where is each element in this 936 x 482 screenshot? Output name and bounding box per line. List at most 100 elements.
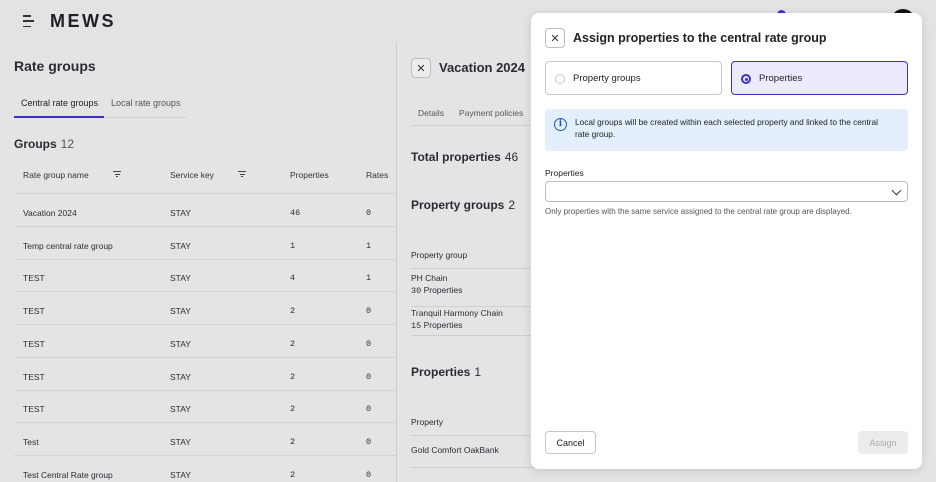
total-properties-heading: Total properties 46 — [411, 150, 518, 164]
chevron-down-icon — [891, 185, 902, 196]
table-row[interactable]: Test Central Rate group STAY 2 0 — [14, 456, 396, 482]
service-key-cell: STAY — [170, 436, 191, 447]
property-group-count: 30 — [411, 286, 422, 296]
properties-cell: 2 — [290, 306, 296, 317]
service-key-cell: STAY — [170, 208, 191, 218]
rate-group-name-cell: TEST — [23, 404, 45, 415]
column-properties[interactable]: Properties — [290, 170, 329, 180]
rate-group-name-cell: TEST — [23, 273, 45, 284]
property-group-count: 15 — [411, 321, 422, 331]
property-group-unit: Properties — [423, 285, 463, 295]
table-row[interactable]: Test STAY 2 0 — [14, 423, 396, 456]
properties-cell: 2 — [290, 436, 296, 447]
close-detail-button[interactable]: ✕ — [411, 58, 431, 78]
table-row[interactable]: TEST STAY 4 1 — [14, 259, 396, 293]
rates-cell: 0 — [366, 436, 372, 447]
property-group-name: PH Chain — [411, 273, 448, 283]
service-key-cell: STAY — [170, 240, 191, 251]
property-group-row[interactable]: Tranquil Harmony Chain 15 Properties — [411, 306, 541, 336]
rate-group-name-cell: Vacation 2024 — [23, 208, 77, 218]
tab-payment-policies[interactable]: Payment policies — [459, 108, 523, 118]
column-service-key[interactable]: Service key — [170, 170, 214, 180]
total-properties-label: Total properties — [411, 150, 501, 164]
total-properties-count: 46 — [504, 150, 519, 164]
radio-properties[interactable] — [741, 74, 751, 84]
table-row[interactable]: Vacation 2024 STAY 46 0 — [14, 194, 396, 227]
property-groups-label: Property groups — [411, 198, 505, 212]
cancel-button[interactable]: Cancel — [545, 431, 596, 454]
modal-title: Assign properties to the central rate gr… — [573, 31, 827, 45]
properties-cell: 1 — [290, 240, 296, 251]
app-logo: MEWS — [50, 11, 116, 31]
option-label: Properties — [759, 73, 803, 84]
column-rates[interactable]: Rates — [366, 170, 388, 180]
tab-details[interactable]: Details — [418, 108, 444, 118]
page-title: Rate groups — [14, 58, 96, 74]
properties-select[interactable] — [545, 181, 908, 202]
properties-field-label: Properties — [545, 168, 584, 178]
property-group-name: Tranquil Harmony Chain — [411, 308, 503, 318]
table-row[interactable]: TEST STAY 2 0 — [14, 325, 396, 358]
property-groups-heading: Property groups 2 — [411, 198, 515, 212]
properties-cell: 2 — [290, 404, 296, 415]
rates-cell: 0 — [366, 338, 372, 349]
rate-group-name-cell: Test Central Rate group — [23, 469, 113, 480]
properties-cell: 46 — [290, 208, 301, 218]
tab-central-rate-groups[interactable]: Central rate groups — [21, 98, 98, 108]
active-tab-indicator — [14, 116, 104, 118]
properties-cell: 4 — [290, 273, 296, 284]
service-key-cell: STAY — [170, 404, 191, 415]
groups-count: 12 — [60, 137, 75, 151]
rate-group-tabs: Central rate groups Local rate groups — [14, 94, 186, 118]
close-icon: ✕ — [416, 62, 426, 75]
tab-local-rate-groups[interactable]: Local rate groups — [111, 98, 181, 108]
service-key-cell: STAY — [170, 371, 191, 382]
option-property-groups[interactable]: Property groups — [545, 61, 722, 95]
rate-group-name-cell: TEST — [23, 338, 45, 349]
properties-cell: 2 — [290, 371, 296, 382]
rates-cell: 1 — [366, 240, 372, 251]
table-row[interactable]: Temp central rate group STAY 1 1 — [14, 227, 396, 260]
service-key-cell: STAY — [170, 469, 191, 480]
rates-cell: 0 — [366, 404, 372, 415]
radio-property-groups[interactable] — [555, 74, 565, 84]
properties-heading: Properties 1 — [411, 365, 481, 379]
table-row[interactable]: TEST STAY 2 0 — [14, 390, 396, 424]
service-key-cell: STAY — [170, 306, 191, 317]
property-column: Property — [411, 417, 541, 436]
menu-icon[interactable] — [23, 15, 37, 27]
rates-cell: 0 — [366, 306, 372, 317]
rates-cell: 0 — [366, 208, 372, 218]
service-key-cell: STAY — [170, 338, 191, 349]
property-group-column: Property group — [411, 250, 541, 269]
detail-title: Vacation 2024 — [439, 60, 525, 75]
filter-icon[interactable] — [113, 171, 121, 177]
service-key-cell: STAY — [170, 273, 191, 284]
option-properties[interactable]: Properties — [731, 61, 908, 95]
info-banner: i Local groups will be created within ea… — [545, 109, 908, 151]
assign-properties-modal: ✕ Assign properties to the central rate … — [531, 13, 922, 469]
detail-tabs: Details Payment policies — [411, 104, 551, 126]
rate-group-name-cell: TEST — [23, 306, 45, 317]
filter-icon[interactable] — [238, 171, 246, 177]
assign-button[interactable]: Assign — [858, 431, 908, 454]
groups-title: Groups — [14, 137, 57, 151]
properties-cell: 2 — [290, 469, 296, 480]
rates-cell: 0 — [366, 371, 372, 382]
info-icon: i — [554, 118, 567, 131]
close-icon: ✕ — [550, 32, 560, 45]
rate-group-name-cell: Test — [23, 436, 39, 447]
properties-count: 1 — [474, 365, 482, 379]
close-modal-button[interactable]: ✕ — [545, 28, 565, 48]
property-row[interactable]: Gold Comfort OakBank — [411, 444, 541, 468]
groups-heading: Groups 12 — [14, 137, 74, 151]
property-group-row[interactable]: PH Chain 30 Properties — [411, 271, 541, 307]
properties-cell: 2 — [290, 338, 296, 349]
option-label: Property groups — [573, 73, 641, 84]
rate-groups-panel: Rate groups Central rate groups Local ra… — [0, 42, 396, 482]
table-row[interactable]: TEST STAY 2 0 — [14, 292, 396, 326]
column-rate-group-name[interactable]: Rate group name — [23, 170, 89, 180]
table-row[interactable]: TEST STAY 2 0 — [14, 358, 396, 391]
rate-group-name-cell: TEST — [23, 371, 45, 382]
rates-cell: 0 — [366, 469, 372, 480]
